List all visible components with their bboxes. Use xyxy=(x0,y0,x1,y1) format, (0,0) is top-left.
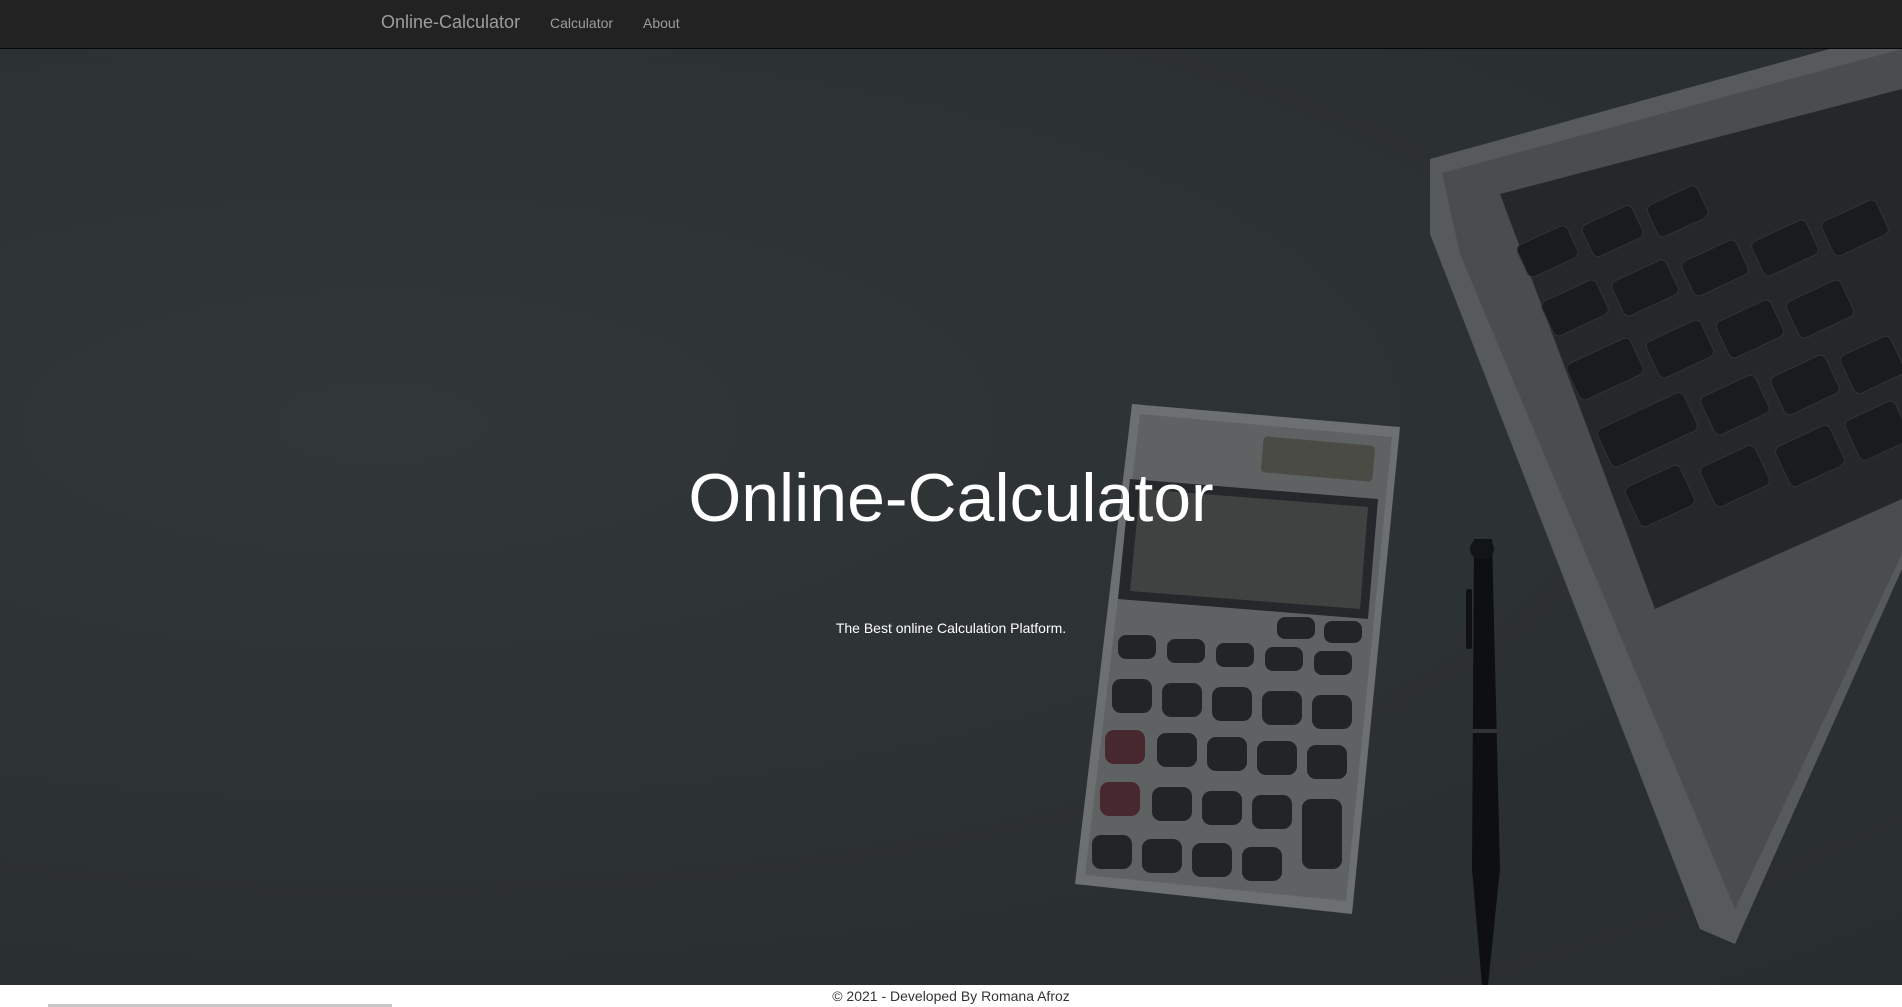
hero-subtitle: The Best online Calculation Platform. xyxy=(835,620,1067,636)
nav-link-about[interactable]: About xyxy=(643,15,680,31)
footer-copyright: © 2021 - Developed By Romana Afroz xyxy=(832,988,1070,1004)
hero-section: Online-Calculator The Best online Calcul… xyxy=(0,49,1902,985)
hero-title: Online-Calculator xyxy=(688,460,1214,536)
top-navbar: Online-Calculator Calculator About xyxy=(0,0,1902,49)
nav-link-calculator[interactable]: Calculator xyxy=(550,15,613,31)
navbar-brand-link[interactable]: Online-Calculator xyxy=(381,12,520,33)
